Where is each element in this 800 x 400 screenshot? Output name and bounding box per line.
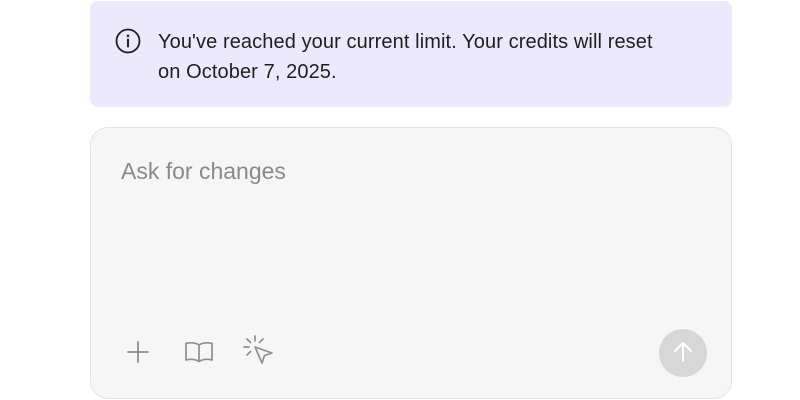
arrow-up-icon [670,339,696,368]
page: You've reached your current limit. Your … [0,0,800,400]
book-icon [183,338,215,366]
add-button[interactable] [120,334,156,370]
send-button[interactable] [659,329,707,377]
plus-icon [125,339,151,365]
chat-composer [90,127,732,399]
select-element-button[interactable] [241,334,277,370]
limit-notice-text: You've reached your current limit. Your … [158,31,653,83]
cursor-click-icon [241,334,277,370]
knowledge-button[interactable] [181,334,217,370]
edge-fade [735,380,800,400]
limit-notice-banner: You've reached your current limit. Your … [90,1,732,107]
info-icon [114,27,142,55]
ask-for-changes-input[interactable] [121,158,701,308]
